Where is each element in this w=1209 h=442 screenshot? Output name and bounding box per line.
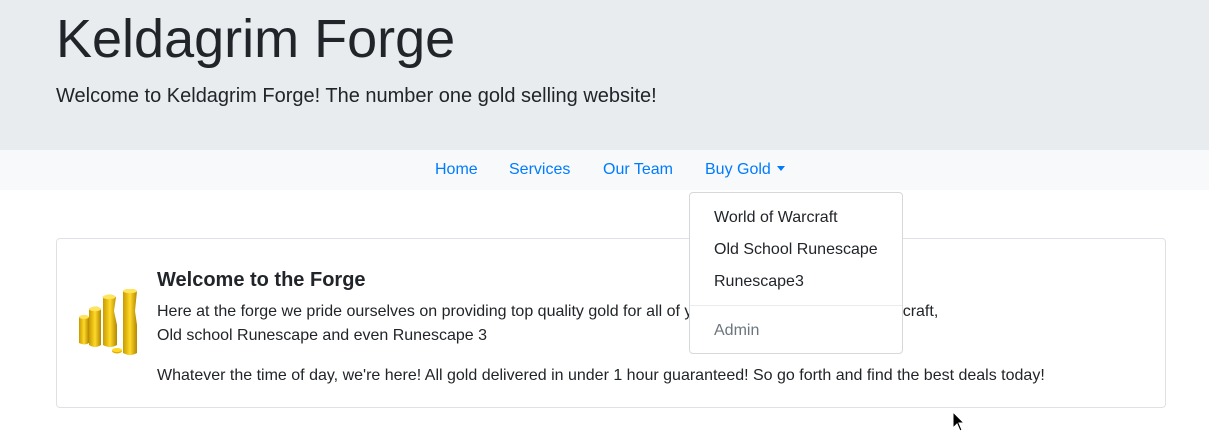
nav-our-team[interactable]: Our Team (603, 161, 673, 179)
main-navbar: Home Services Our Team Buy Gold (0, 150, 1209, 190)
buy-gold-dropdown-menu: World of Warcraft Old School Runescape R… (689, 192, 903, 354)
caret-down-icon (776, 166, 785, 171)
mouse-pointer-icon (952, 411, 966, 432)
nav-home[interactable]: Home (435, 161, 478, 179)
card-paragraph-1: Here at the forge we pride ourselves on … (157, 300, 1147, 348)
nav-buy-gold-dropdown-toggle[interactable]: Buy Gold (705, 161, 785, 179)
site-title: Keldagrim Forge (56, 9, 456, 69)
welcome-card: Welcome to the Forge Here at the forge w… (56, 238, 1166, 408)
jumbotron-header: Keldagrim Forge Welcome to Keldagrim For… (0, 0, 1209, 150)
dropdown-item-world-of-warcraft[interactable]: World of Warcraft (714, 209, 838, 227)
dropdown-item-admin[interactable]: Admin (714, 322, 759, 340)
dropdown-item-old-school-runescape[interactable]: Old School Runescape (714, 241, 878, 259)
nav-buy-gold-label: Buy Gold (705, 161, 771, 178)
site-tagline: Welcome to Keldagrim Forge! The number o… (56, 85, 657, 107)
nav-services[interactable]: Services (509, 161, 570, 179)
dropdown-divider (690, 305, 902, 306)
card-paragraph-2: Whatever the time of day, we're here! Al… (157, 367, 1045, 384)
gold-coin-stack-icon (79, 289, 137, 355)
dropdown-item-runescape3[interactable]: Runescape3 (714, 273, 804, 291)
card-paragraph-1-start: Here at the forge we pride ourselves on … (157, 303, 693, 320)
card-paragraph-1-line2: Old school Runescape and even Runescape … (157, 327, 487, 344)
card-title: Welcome to the Forge (157, 269, 366, 291)
